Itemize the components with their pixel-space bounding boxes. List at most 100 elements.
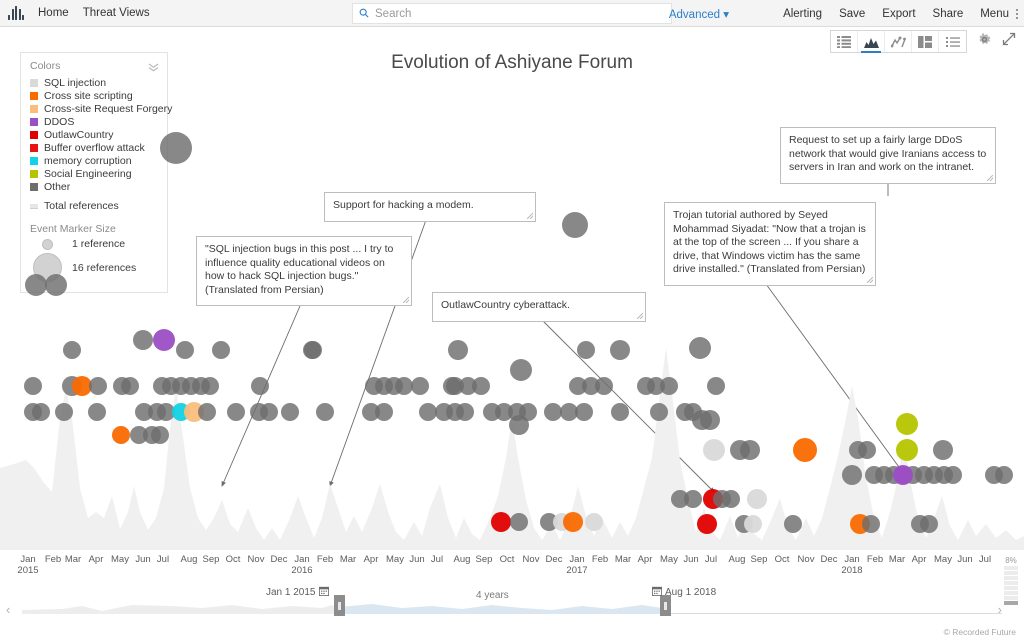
calendar-icon[interactable]	[652, 586, 662, 599]
event-marker[interactable]	[63, 341, 81, 359]
event-marker[interactable]	[198, 403, 216, 421]
event-marker[interactable]	[151, 426, 169, 444]
event-marker[interactable]	[32, 403, 50, 421]
event-marker[interactable]	[281, 403, 299, 421]
scrub-prev-button[interactable]: ‹	[6, 602, 10, 617]
event-marker[interactable]	[920, 515, 938, 533]
search-input[interactable]	[373, 6, 665, 21]
event-marker[interactable]	[575, 403, 593, 421]
event-marker[interactable]	[160, 132, 192, 164]
event-marker[interactable]	[510, 359, 532, 381]
event-marker[interactable]	[585, 513, 603, 531]
card-view-icon[interactable]	[912, 31, 939, 52]
event-marker[interactable]	[25, 274, 47, 296]
event-marker[interactable]	[375, 403, 393, 421]
network-view-icon[interactable]	[885, 31, 912, 52]
nav-menu-button[interactable]: Menu	[980, 8, 1009, 20]
overflow-menu-icon[interactable]	[1016, 8, 1018, 19]
scrubber-start-handle[interactable]	[334, 595, 345, 616]
list-view-icon[interactable]	[831, 31, 858, 52]
event-marker[interactable]	[995, 466, 1013, 484]
event-marker[interactable]	[610, 340, 630, 360]
event-marker[interactable]	[595, 377, 613, 395]
event-marker[interactable]	[684, 490, 702, 508]
event-marker[interactable]	[611, 403, 629, 421]
event-marker[interactable]	[563, 512, 583, 532]
event-marker[interactable]	[842, 465, 862, 485]
event-marker[interactable]	[45, 274, 67, 296]
event-marker[interactable]	[153, 329, 175, 351]
event-marker[interactable]	[747, 489, 767, 509]
event-marker[interactable]	[933, 440, 953, 460]
event-marker[interactable]	[744, 515, 762, 533]
nav-threat-views-link[interactable]: Threat Views	[83, 7, 150, 19]
event-marker[interactable]	[703, 439, 725, 461]
time-range-scrubber[interactable]: ‹ › Jan 1 2015 Aug 1 2018 4 years	[0, 586, 1024, 626]
axis-tick-month: Feb	[316, 554, 334, 565]
event-marker[interactable]	[201, 377, 219, 395]
advanced-search-toggle[interactable]: Advanced ▾	[669, 7, 729, 21]
nav-home-link[interactable]: Home	[38, 7, 69, 19]
event-marker[interactable]	[303, 341, 321, 359]
event-marker[interactable]	[577, 341, 595, 359]
axis-tick-month: Aug	[728, 554, 746, 565]
scrubber-track[interactable]	[22, 602, 1002, 614]
density-scale[interactable]: 8%	[1004, 556, 1018, 605]
event-marker[interactable]	[456, 403, 474, 421]
event-marker[interactable]	[227, 403, 245, 421]
event-marker[interactable]	[793, 438, 817, 462]
event-marker[interactable]	[24, 377, 42, 395]
event-marker[interactable]	[707, 377, 725, 395]
axis-tick-month: Nov	[247, 554, 265, 565]
chevron-double-down-icon[interactable]	[148, 59, 159, 77]
event-marker[interactable]	[893, 465, 913, 485]
search-box[interactable]: Advanced ▾	[352, 3, 729, 24]
gear-icon[interactable]	[977, 32, 992, 52]
event-marker[interactable]	[212, 341, 230, 359]
scrubber-start-label-group: Jan 1 2015	[266, 586, 329, 599]
event-marker[interactable]	[121, 377, 139, 395]
nav-save-button[interactable]: Save	[839, 8, 865, 20]
event-marker[interactable]	[251, 377, 269, 395]
axis-tick-month: Jul	[156, 554, 170, 565]
event-marker[interactable]	[176, 341, 194, 359]
detail-list-icon[interactable]	[939, 31, 966, 52]
timeline-scatter-plot[interactable]	[0, 88, 1024, 550]
event-marker[interactable]	[740, 440, 760, 460]
event-marker[interactable]	[697, 514, 717, 534]
event-marker[interactable]	[472, 377, 490, 395]
calendar-icon[interactable]	[318, 586, 329, 599]
event-marker[interactable]	[448, 340, 468, 360]
event-marker[interactable]	[689, 337, 711, 359]
axis-tick-month: Jul	[430, 554, 444, 565]
nav-left-group: Home Threat Views	[0, 6, 150, 20]
event-marker[interactable]	[112, 426, 130, 444]
event-marker[interactable]	[519, 403, 537, 421]
event-marker[interactable]	[858, 441, 876, 459]
event-marker[interactable]	[133, 330, 153, 350]
event-marker[interactable]	[562, 212, 588, 238]
event-marker[interactable]	[862, 515, 880, 533]
event-marker[interactable]	[260, 403, 278, 421]
event-marker[interactable]	[491, 512, 511, 532]
event-marker[interactable]	[88, 403, 106, 421]
event-marker[interactable]	[89, 377, 107, 395]
event-marker[interactable]	[784, 515, 802, 533]
expand-icon[interactable]	[1002, 32, 1016, 51]
event-marker[interactable]	[650, 403, 668, 421]
event-marker[interactable]	[55, 403, 73, 421]
event-marker[interactable]	[896, 439, 918, 461]
event-marker[interactable]	[944, 466, 962, 484]
event-marker[interactable]	[896, 413, 918, 435]
nav-alerting-link[interactable]: Alerting	[783, 8, 822, 20]
nav-share-button[interactable]: Share	[933, 8, 964, 20]
event-marker[interactable]	[700, 410, 720, 430]
event-marker[interactable]	[316, 403, 334, 421]
event-marker[interactable]	[722, 490, 740, 508]
event-marker[interactable]	[660, 377, 678, 395]
event-marker[interactable]	[411, 377, 429, 395]
nav-export-button[interactable]: Export	[882, 8, 915, 20]
timeline-chart-icon[interactable]	[858, 31, 885, 53]
event-marker[interactable]	[684, 403, 702, 421]
event-marker[interactable]	[510, 513, 528, 531]
